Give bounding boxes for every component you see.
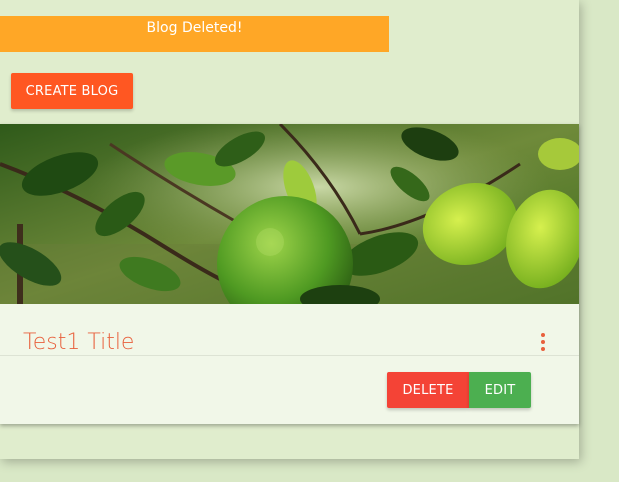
delete-button[interactable]: DELETE (387, 372, 469, 408)
card-title: Test1 Title (23, 330, 135, 355)
more-vert-icon[interactable] (533, 333, 553, 355)
edit-button[interactable]: EDIT (469, 372, 531, 408)
toast-message: Blog Deleted! (146, 20, 243, 36)
toast-notification: Blog Deleted! (0, 16, 389, 52)
create-blog-button[interactable]: CREATE BLOG (11, 73, 133, 109)
main-panel: Blog Deleted! CREATE BLOG Test1 Title DE… (0, 0, 579, 459)
blog-card: Test1 Title DELETE EDIT (0, 124, 579, 424)
card-image (0, 124, 579, 304)
card-divider (0, 355, 579, 356)
